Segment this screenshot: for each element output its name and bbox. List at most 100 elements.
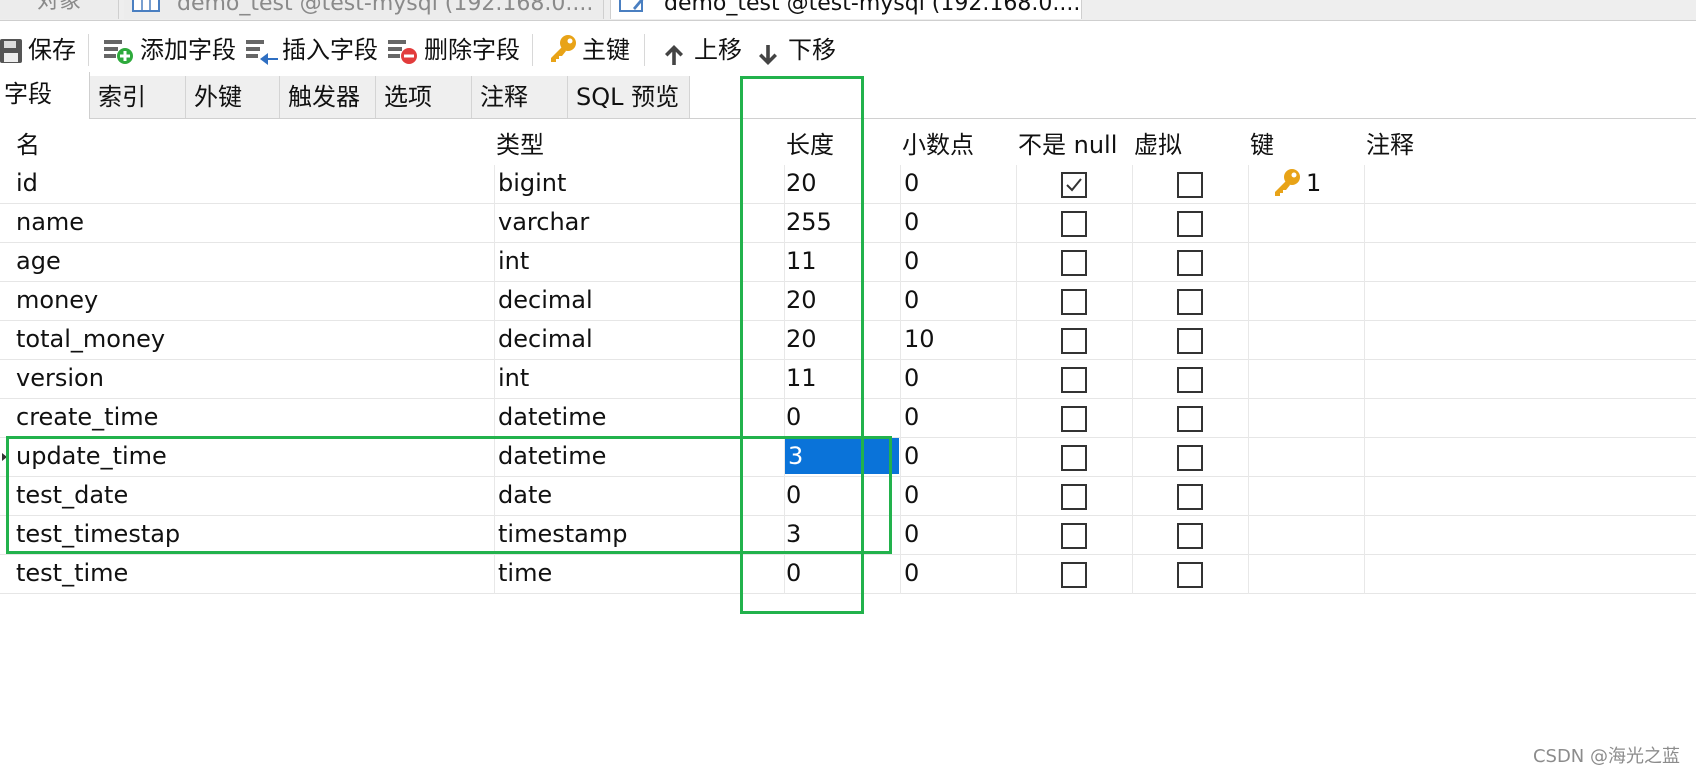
field-name-cell[interactable]: total_money	[16, 320, 165, 359]
tab-sql-preview[interactable]: SQL 预览	[568, 76, 690, 118]
not-null-checkbox[interactable]	[1061, 445, 1087, 471]
virtual-checkbox[interactable]	[1177, 289, 1203, 315]
not-null-checkbox[interactable]	[1061, 406, 1087, 432]
not-null-checkbox[interactable]	[1061, 523, 1087, 549]
field-row[interactable]: update_time datetime 3 0	[0, 437, 1696, 477]
field-type-cell[interactable]: varchar	[498, 203, 589, 242]
not-null-checkbox[interactable]	[1061, 289, 1087, 315]
field-length-cell[interactable]: 3	[785, 438, 899, 474]
field-decimals-cell[interactable]: 0	[904, 398, 919, 437]
field-type-cell[interactable]: int	[498, 359, 529, 398]
field-name-cell[interactable]: money	[16, 281, 98, 320]
window-tab-objects[interactable]: 对象	[0, 0, 119, 19]
virtual-checkbox[interactable]	[1177, 328, 1203, 354]
tab-triggers[interactable]: 触发器	[280, 76, 376, 118]
field-decimals-cell[interactable]: 0	[904, 281, 919, 320]
field-length-cell[interactable]: 11	[786, 242, 817, 281]
tab-options[interactable]: 选项	[376, 76, 472, 118]
field-type-cell[interactable]: decimal	[498, 281, 593, 320]
field-name-cell[interactable]: id	[16, 164, 38, 203]
field-decimals-cell[interactable]: 0	[904, 437, 919, 476]
field-length-cell[interactable]: 0	[786, 398, 801, 437]
column-header-length[interactable]: 长度	[786, 126, 834, 164]
virtual-checkbox[interactable]	[1177, 172, 1203, 198]
field-length-cell[interactable]: 255	[786, 203, 832, 242]
not-null-checkbox[interactable]	[1061, 367, 1087, 393]
field-decimals-cell[interactable]: 0	[904, 164, 919, 203]
field-length-cell[interactable]: 0	[786, 554, 801, 593]
column-header-type[interactable]: 类型	[496, 126, 544, 164]
field-length-cell[interactable]: 20	[786, 320, 817, 359]
column-header-not-null[interactable]: 不是 null	[1018, 126, 1117, 164]
not-null-checkbox[interactable]	[1061, 484, 1087, 510]
field-decimals-cell[interactable]: 0	[904, 203, 919, 242]
virtual-checkbox[interactable]	[1177, 406, 1203, 432]
column-header-virtual[interactable]: 虚拟	[1134, 126, 1182, 164]
not-null-checkbox[interactable]	[1061, 328, 1087, 354]
not-null-checkbox[interactable]	[1061, 211, 1087, 237]
field-length-cell[interactable]: 11	[786, 359, 817, 398]
field-type-cell[interactable]: time	[498, 554, 552, 593]
field-decimals-cell[interactable]: 0	[904, 359, 919, 398]
tab-comment[interactable]: 注释	[472, 76, 568, 118]
move-down-button[interactable]: 下移	[758, 32, 840, 68]
field-row[interactable]: name varchar 255 0	[0, 203, 1696, 243]
field-decimals-cell[interactable]: 0	[904, 515, 919, 554]
field-name-cell[interactable]: version	[16, 359, 104, 398]
field-type-cell[interactable]: int	[498, 242, 529, 281]
field-length-cell[interactable]: 0	[786, 476, 801, 515]
field-length-cell[interactable]: 3	[786, 515, 801, 554]
field-decimals-cell[interactable]: 0	[904, 242, 919, 281]
field-length-cell[interactable]: 20	[786, 281, 817, 320]
field-name-cell[interactable]: age	[16, 242, 61, 281]
move-up-button[interactable]: 上移	[664, 32, 746, 68]
tab-indexes[interactable]: 索引	[90, 76, 186, 118]
field-row[interactable]: id bigint 20 0 1	[0, 164, 1696, 204]
field-name-cell[interactable]: test_date	[16, 476, 128, 515]
field-row[interactable]: age int 11 0	[0, 242, 1696, 282]
column-header-decimals[interactable]: 小数点	[902, 126, 974, 164]
virtual-checkbox[interactable]	[1177, 523, 1203, 549]
field-type-cell[interactable]: date	[498, 476, 552, 515]
field-type-cell[interactable]: timestamp	[498, 515, 627, 554]
field-row[interactable]: create_time datetime 0 0	[0, 398, 1696, 438]
window-tab-table-view[interactable]: demo_test @test-mysql (192.168.0....	[124, 0, 604, 19]
insert-field-button[interactable]: 插入字段	[246, 32, 380, 68]
primary-key-button[interactable]: 主键	[548, 32, 632, 68]
field-type-cell[interactable]: datetime	[498, 398, 606, 437]
not-null-checkbox[interactable]	[1061, 562, 1087, 588]
field-row[interactable]: total_money decimal 20 10	[0, 320, 1696, 360]
virtual-checkbox[interactable]	[1177, 484, 1203, 510]
field-name-cell[interactable]: test_timestap	[16, 515, 180, 554]
field-row[interactable]: version int 11 0	[0, 359, 1696, 399]
field-row[interactable]: test_time time 0 0	[0, 554, 1696, 594]
field-decimals-cell[interactable]: 0	[904, 554, 919, 593]
field-row[interactable]: test_timestap timestamp 3 0	[0, 515, 1696, 555]
tab-fields[interactable]: 字段	[0, 72, 90, 119]
field-name-cell[interactable]: name	[16, 203, 84, 242]
not-null-checkbox[interactable]	[1061, 172, 1087, 198]
column-header-comment[interactable]: 注释	[1366, 126, 1414, 164]
column-header-name[interactable]: 名	[16, 126, 40, 164]
not-null-checkbox[interactable]	[1061, 250, 1087, 276]
field-row[interactable]: money decimal 20 0	[0, 281, 1696, 321]
field-name-cell[interactable]: update_time	[16, 437, 167, 476]
virtual-checkbox[interactable]	[1177, 562, 1203, 588]
field-name-cell[interactable]: test_time	[16, 554, 128, 593]
tab-foreign-keys[interactable]: 外键	[186, 76, 280, 118]
delete-field-button[interactable]: 删除字段	[388, 32, 522, 68]
window-tab-table-design[interactable]: demo_test @test-mysql (192.168.0....	[610, 0, 1082, 19]
field-length-cell[interactable]: 20	[786, 164, 817, 203]
field-decimals-cell[interactable]: 10	[904, 320, 935, 359]
field-type-cell[interactable]: decimal	[498, 320, 593, 359]
save-button[interactable]: 保存	[0, 32, 80, 68]
field-name-cell[interactable]: create_time	[16, 398, 158, 437]
virtual-checkbox[interactable]	[1177, 211, 1203, 237]
field-row[interactable]: test_date date 0 0	[0, 476, 1696, 516]
column-header-key[interactable]: 键	[1250, 126, 1274, 164]
field-decimals-cell[interactable]: 0	[904, 476, 919, 515]
field-type-cell[interactable]: bigint	[498, 164, 566, 203]
add-field-button[interactable]: 添加字段	[104, 32, 238, 68]
virtual-checkbox[interactable]	[1177, 250, 1203, 276]
virtual-checkbox[interactable]	[1177, 445, 1203, 471]
